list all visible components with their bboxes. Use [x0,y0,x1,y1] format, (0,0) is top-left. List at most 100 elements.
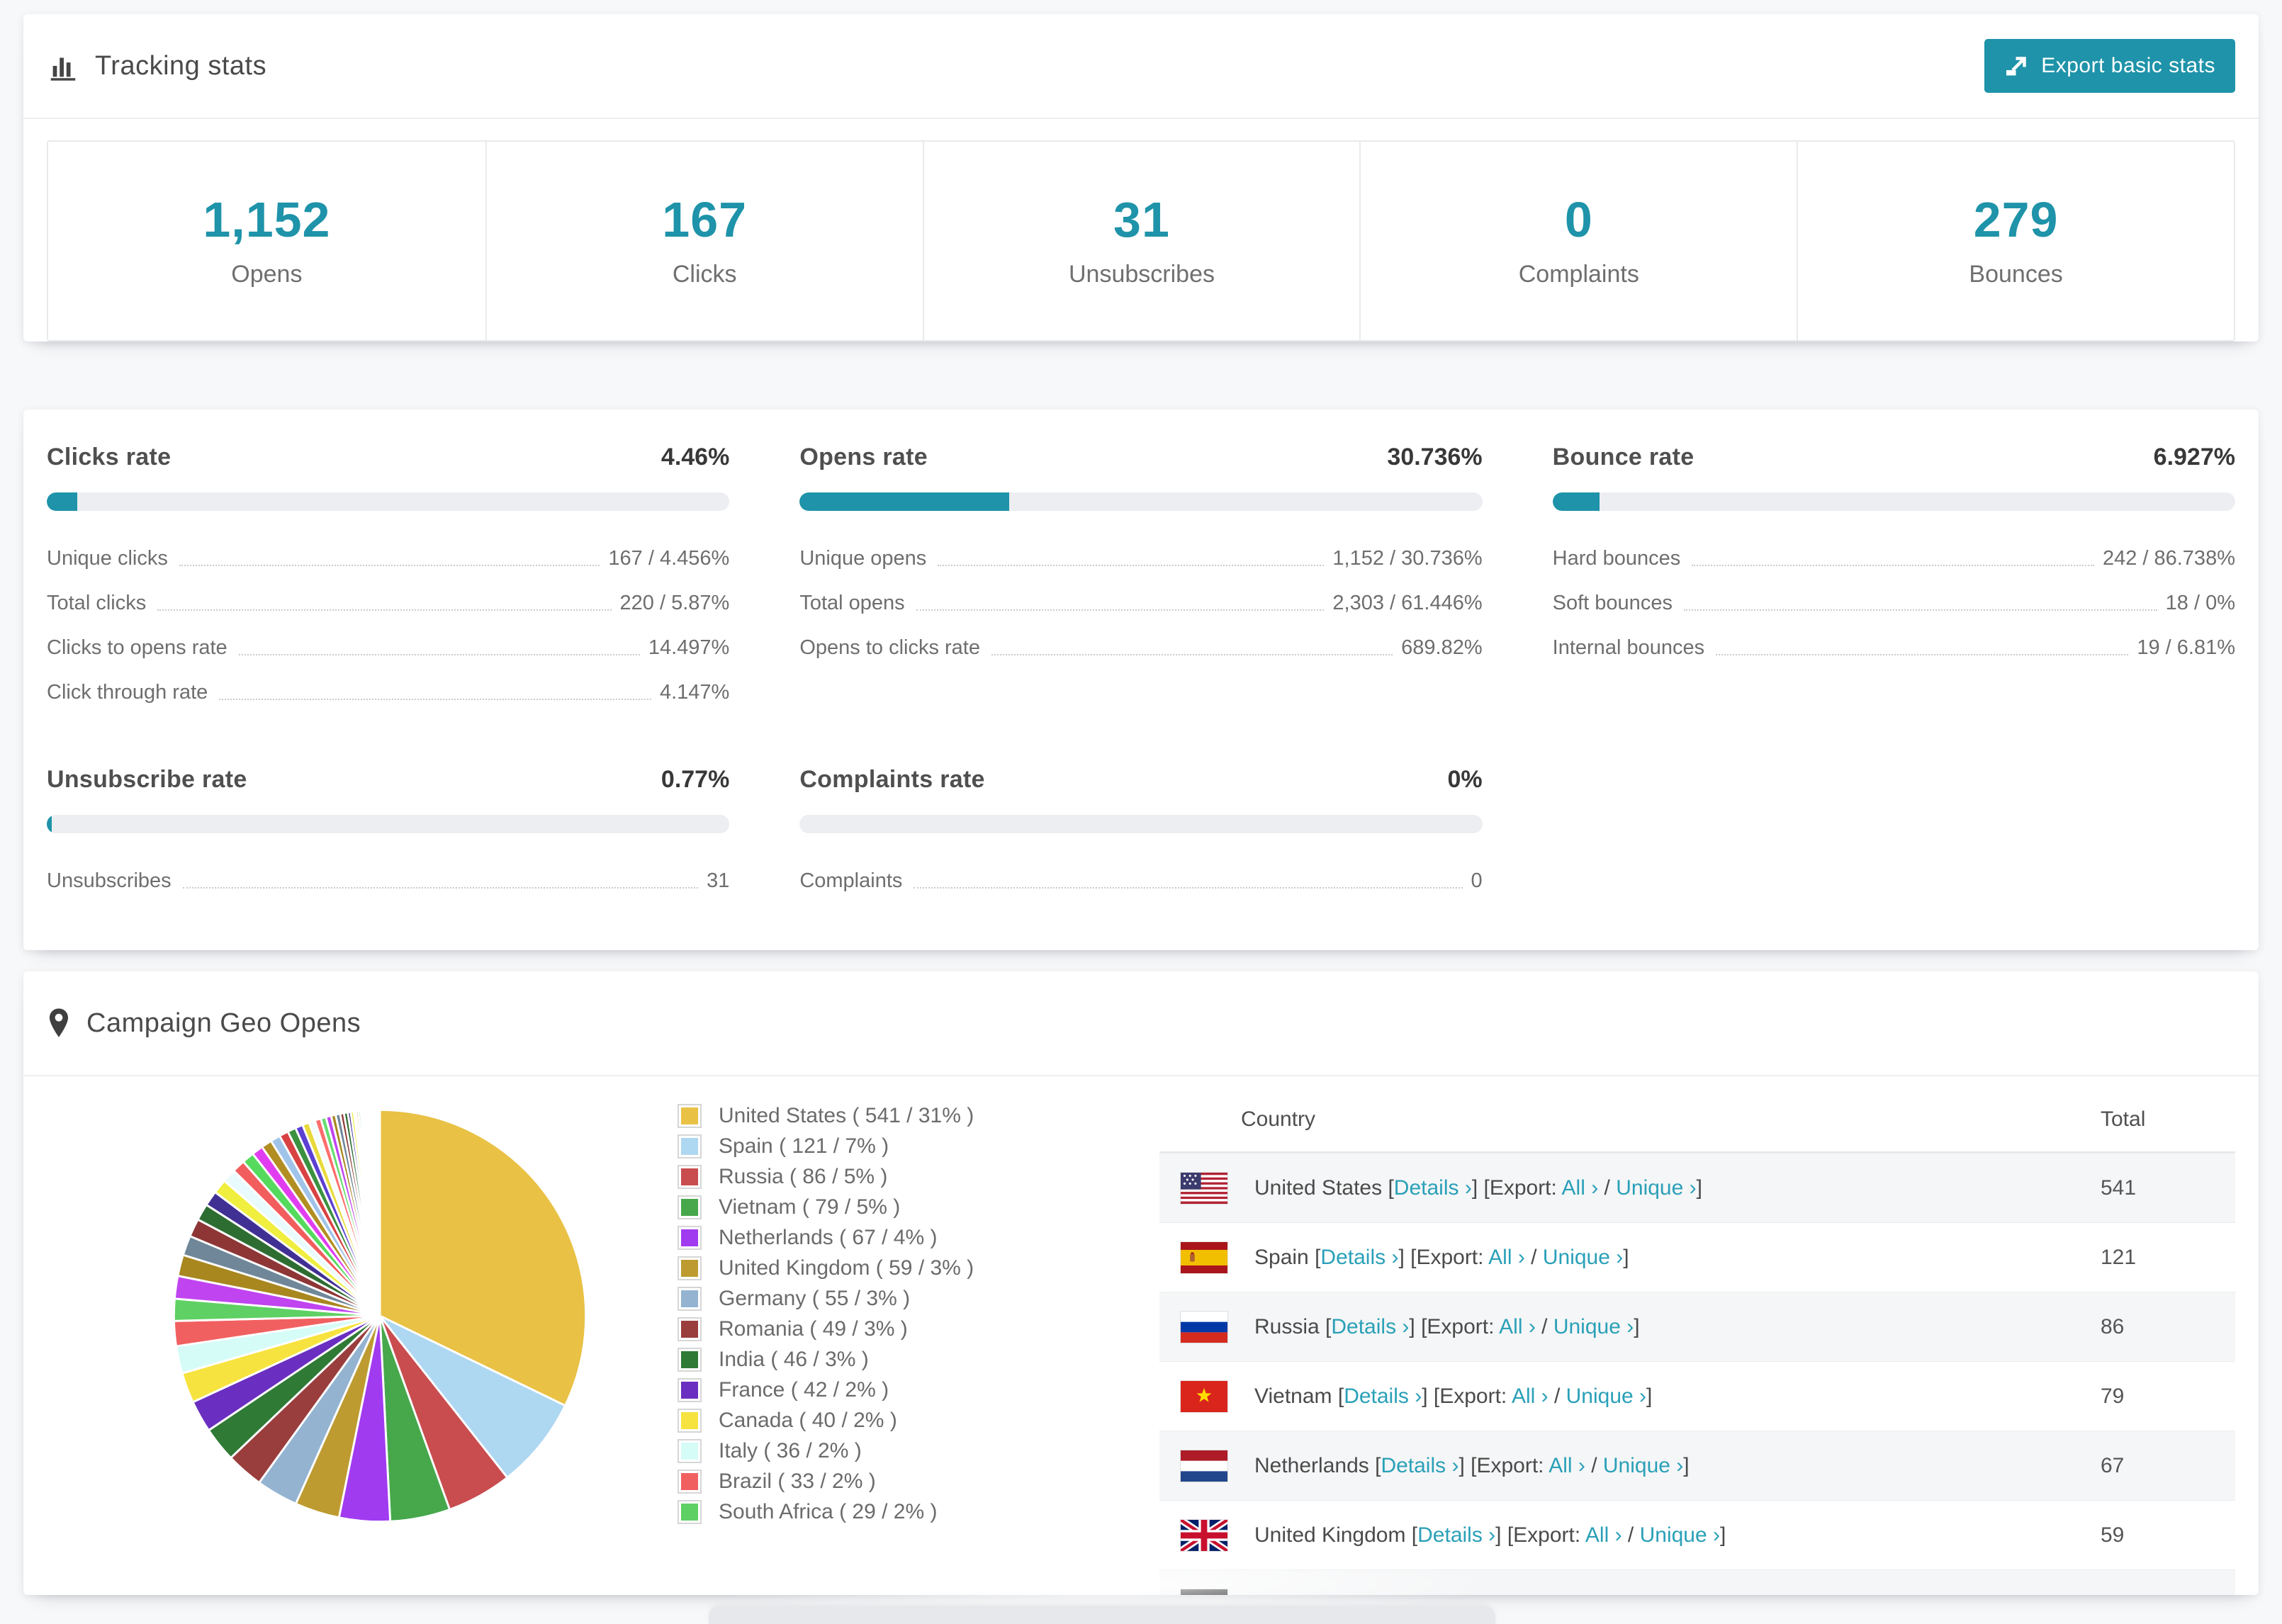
metric-value: 0 [1471,869,1483,892]
legend-item[interactable]: United Kingdom ( 59 / 3% ) [678,1253,1074,1283]
metric-rows: Complaints 0 [799,859,1482,903]
legend-swatch [678,1164,702,1189]
country-links-line: Netherlands [Details ›] [Export: All › /… [1254,1453,1690,1477]
metric-row: Unsubscribes 31 [47,859,729,903]
pie-slice-other[interactable] [378,1108,381,1317]
legend-item[interactable]: Brazil ( 33 / 2% ) [678,1466,1074,1496]
stat-label: Complaints [1518,261,1639,288]
rates-card: Clicks rate 4.46% Unique clicks 167 / 4.456… [23,410,2259,950]
rate-head: Unsubscribe rate 0.77% [47,766,729,794]
dotted-leader [182,887,699,889]
metric-value: 689.82% [1401,636,1483,659]
metric-label: Click through rate [47,681,208,704]
legend-swatch [678,1347,702,1372]
rate-title: Clicks rate [47,444,172,470]
country-links-line: United States [Details ›] [Export: All ›… [1254,1175,1702,1200]
details-link[interactable]: Details › [1394,1176,1472,1200]
rate-percentage: 0% [1447,766,1483,793]
legend-label: Vietnam ( 79 / 5% ) [719,1195,901,1219]
geo-table-row-vietnam: Vietnam [Details ›] [Export: All › / Uni… [1159,1361,2235,1431]
export-all-link[interactable]: All › [1488,1246,1525,1269]
geo-table-row-spain: Spain [Details ›] [Export: All › / Uniqu… [1159,1222,2235,1292]
legend-item[interactable]: Italy ( 36 / 2% ) [678,1436,1074,1466]
metric-row: Opens to clicks rate 689.82% [799,626,1482,670]
rate-percentage: 4.46% [661,444,730,470]
metric-value: 4.147% [659,681,730,704]
dotted-leader [991,654,1393,655]
dotted-leader [1692,565,2094,566]
metric-row: Clicks to opens rate 14.497% [47,626,729,670]
country-cell: United Kingdom [Details ›] [Export: All … [1159,1518,2072,1552]
metric-label: Clicks to opens rate [47,636,227,659]
metric-row: Unique opens 1,152 / 30.736% [799,536,1482,581]
pie-svg[interactable] [160,1096,600,1535]
details-link[interactable]: Details › [1344,1385,1422,1408]
legend-item[interactable]: United States ( 541 / 31% ) [678,1100,1074,1131]
geo-legend: United States ( 541 / 31% ) Spain ( 121 /… [678,1100,1074,1595]
legend-item[interactable]: Germany ( 55 / 3% ) [678,1283,1074,1314]
country-cell [1159,1588,2072,1595]
tracking-stats-card: Tracking stats Export basic stats 1,152 O… [23,14,2259,342]
details-link[interactable]: Details › [1417,1523,1495,1547]
metric-row: Click through rate 4.147% [47,670,729,715]
legend-label: United States ( 541 / 31% ) [719,1103,974,1127]
details-link[interactable]: Details › [1381,1454,1458,1477]
legend-item[interactable]: Canada ( 40 / 2% ) [678,1405,1074,1436]
progress-fill [47,815,52,833]
legend-item[interactable]: South Africa ( 29 / 2% ) [678,1496,1074,1527]
export-all-link[interactable]: All › [1562,1176,1599,1200]
dotted-leader [219,699,651,700]
legend-label: India ( 46 / 3% ) [719,1347,869,1371]
export-all-link[interactable]: All › [1548,1454,1585,1477]
export-all-link[interactable]: All › [1499,1315,1536,1338]
next-section-peek [709,1606,1495,1624]
legend-swatch [678,1316,702,1341]
geo-pie-chart[interactable] [160,1096,600,1535]
export-unique-link[interactable]: Unique › [1543,1246,1623,1269]
legend-label: Russia ( 86 / 5% ) [719,1164,888,1188]
export-unique-link[interactable]: Unique › [1640,1523,1720,1547]
stat-value: 279 [1973,192,2059,247]
details-link[interactable]: Details › [1320,1246,1398,1269]
total-cell: 79 [2101,1384,2125,1408]
nl-flag-icon [1180,1449,1228,1482]
total-cell: 86 [2101,1314,2125,1338]
legend-item[interactable]: Netherlands ( 67 / 4% ) [678,1222,1074,1253]
export-basic-stats-button[interactable]: Export basic stats [1984,39,2235,93]
country-cell: Russia [Details ›] [Export: All › / Uniq… [1159,1310,2072,1343]
details-link[interactable]: Details › [1331,1315,1409,1338]
legend-swatch [678,1408,702,1433]
country-cell: United States [Details ›] [Export: All ›… [1159,1171,2072,1205]
geo-section-title: Campaign Geo Opens [86,1008,361,1038]
rate-percentage: 0.77% [661,766,730,793]
progress-track [799,492,1483,511]
legend-label: Brazil ( 33 / 2% ) [719,1469,876,1493]
legend-item[interactable]: Russia ( 86 / 5% ) [678,1161,1074,1192]
legend-label: Germany ( 55 / 3% ) [719,1286,911,1310]
legend-item[interactable]: France ( 42 / 2% ) [678,1375,1074,1405]
legend-label: Canada ( 40 / 2% ) [719,1408,897,1432]
dotted-leader [1716,654,2129,655]
legend-item[interactable]: Vietnam ( 79 / 5% ) [678,1192,1074,1222]
metric-label: Unsubscribes [47,869,172,892]
export-unique-link[interactable]: Unique › [1553,1315,1634,1338]
rate-title: Unsubscribe rate [47,766,247,793]
legend-item[interactable]: Spain ( 121 / 7% ) [678,1131,1074,1161]
export-unique-link[interactable]: Unique › [1616,1176,1696,1200]
export-unique-link[interactable]: Unique › [1566,1385,1646,1408]
metric-value: 1,152 / 30.736% [1332,547,1483,570]
country-links-line: Vietnam [Details ›] [Export: All › / Uni… [1254,1384,1653,1408]
export-all-link[interactable]: All › [1585,1523,1622,1547]
total-cell: 541 [2101,1175,2137,1200]
metric-rows: Unique clicks 167 / 4.456% Total clicks 220… [47,536,729,715]
metric-value: 14.497% [648,636,730,659]
legend-item[interactable]: Romania ( 49 / 3% ) [678,1314,1074,1344]
rate-head: Bounce rate 6.927% [1553,444,2235,471]
export-unique-link[interactable]: Unique › [1603,1454,1683,1477]
rate-title: Bounce rate [1552,444,1694,470]
stat-label: Opens [231,261,303,288]
export-all-link[interactable]: All › [1512,1385,1548,1408]
metric-label: Complaints [799,869,903,892]
legend-item[interactable]: India ( 46 / 3% ) [678,1344,1074,1375]
progress-track [47,815,730,833]
